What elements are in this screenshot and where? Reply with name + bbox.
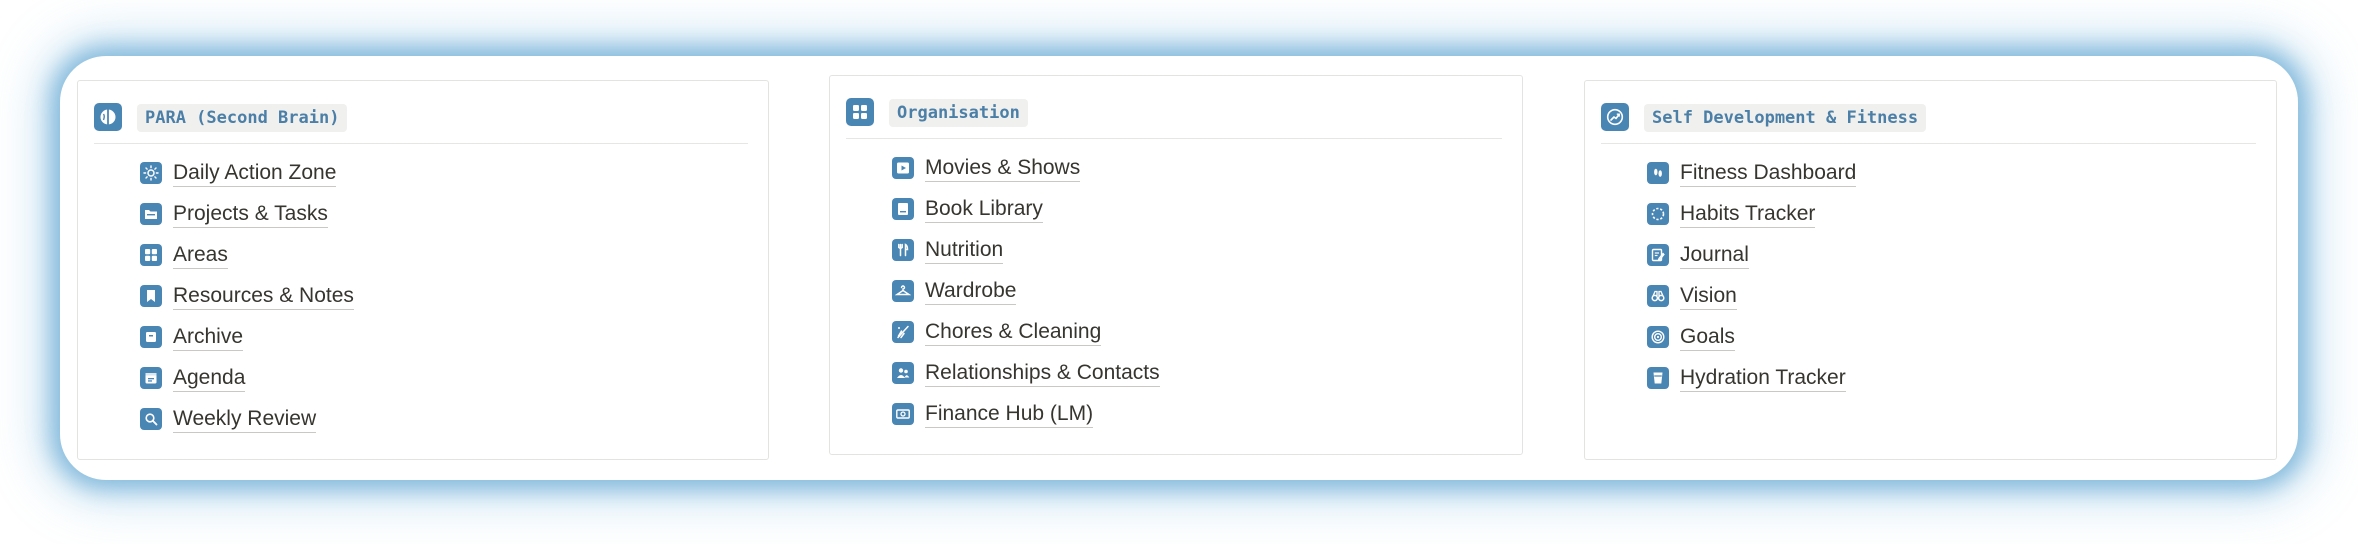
sun-icon xyxy=(140,162,162,184)
page-link-label[interactable]: Fitness Dashboard xyxy=(1680,160,1857,187)
grid-icon xyxy=(846,98,874,126)
page-link-label[interactable]: Weekly Review xyxy=(173,406,317,433)
page-link-label[interactable]: Archive xyxy=(173,324,244,351)
page-link-label[interactable]: Hydration Tracker xyxy=(1680,365,1846,392)
binoculars-icon xyxy=(1647,285,1669,307)
magnifier-icon xyxy=(140,408,162,430)
page-link-agenda[interactable]: Agenda xyxy=(140,365,354,406)
people-icon xyxy=(892,362,914,384)
page-link-label[interactable]: Agenda xyxy=(173,365,246,392)
folder-icon xyxy=(140,203,162,225)
page-link-archive[interactable]: Archive xyxy=(140,324,354,365)
page-link-nutrition[interactable]: Nutrition xyxy=(892,237,1160,278)
footprints-icon xyxy=(1647,162,1669,184)
page-link-goals[interactable]: Goals xyxy=(1647,324,1856,365)
page-link-label[interactable]: Chores & Cleaning xyxy=(925,319,1102,346)
section-title[interactable]: Organisation xyxy=(889,99,1028,127)
page-link-label[interactable]: Wardrobe xyxy=(925,278,1017,305)
page-link-hydration-tracker[interactable]: Hydration Tracker xyxy=(1647,365,1856,406)
page-link-list: Daily Action Zone Projects & Tasks Areas… xyxy=(140,160,354,447)
page-link-fitness-dashboard[interactable]: Fitness Dashboard xyxy=(1647,160,1857,201)
page-link-resources-notes[interactable]: Resources & Notes xyxy=(140,283,354,324)
section-header: Self Development & Fitness xyxy=(1601,103,2256,144)
page-link-weekly-review[interactable]: Weekly Review xyxy=(140,406,354,447)
organisation-section: Organisation Movies & Shows Book Library… xyxy=(829,75,1523,455)
section-title[interactable]: Self Development & Fitness xyxy=(1644,104,1927,132)
page-link-label[interactable]: Movies & Shows xyxy=(925,155,1081,182)
growth-icon xyxy=(1601,103,1629,131)
notebook-pen-icon xyxy=(1647,244,1669,266)
hanger-icon xyxy=(892,280,914,302)
page-link-label[interactable]: Projects & Tasks xyxy=(173,201,328,228)
target-icon xyxy=(1647,326,1669,348)
calendar-icon xyxy=(140,367,162,389)
page-link-journal[interactable]: Journal xyxy=(1647,242,1856,283)
bookmark-icon xyxy=(140,285,162,307)
page-link-finance-hub[interactable]: Finance Hub (LM) xyxy=(892,401,1160,442)
page-link-daily-action-zone[interactable]: Daily Action Zone xyxy=(140,160,354,201)
page-link-areas[interactable]: Areas xyxy=(140,242,354,283)
brain-icon xyxy=(94,103,122,131)
section-header: Organisation xyxy=(846,98,1502,139)
page-link-label[interactable]: Daily Action Zone xyxy=(173,160,337,187)
self-development-section: Self Development & Fitness Fitness Dashb… xyxy=(1584,80,2277,460)
broom-icon xyxy=(892,321,914,343)
water-glass-icon xyxy=(1647,367,1669,389)
page-link-label[interactable]: Nutrition xyxy=(925,237,1004,264)
page-link-movies-shows[interactable]: Movies & Shows xyxy=(892,155,1160,196)
section-header: PARA (Second Brain) xyxy=(94,103,748,144)
page-link-label[interactable]: Finance Hub (LM) xyxy=(925,401,1094,428)
page-link-label[interactable]: Habits Tracker xyxy=(1680,201,1816,228)
archive-box-icon xyxy=(140,326,162,348)
page-link-label[interactable]: Vision xyxy=(1680,283,1737,310)
play-icon xyxy=(892,157,914,179)
book-icon xyxy=(892,198,914,220)
page-link-label[interactable]: Resources & Notes xyxy=(173,283,354,310)
page-link-label[interactable]: Relationships & Contacts xyxy=(925,360,1160,387)
page-link-list: Fitness Dashboard Habits Tracker Journal… xyxy=(1647,160,1857,406)
page-link-label[interactable]: Book Library xyxy=(925,196,1043,223)
page-link-label[interactable]: Areas xyxy=(173,242,228,269)
dashed-circle-icon xyxy=(1647,203,1669,225)
page-link-wardrobe[interactable]: Wardrobe xyxy=(892,278,1160,319)
page-link-relationships-contacts[interactable]: Relationships & Contacts xyxy=(892,360,1160,401)
page-link-habits-tracker[interactable]: Habits Tracker xyxy=(1647,201,1856,242)
page-link-vision[interactable]: Vision xyxy=(1647,283,1856,324)
fork-knife-icon xyxy=(892,239,914,261)
page-link-list: Movies & Shows Book Library Nutrition Wa… xyxy=(892,155,1160,442)
page-link-book-library[interactable]: Book Library xyxy=(892,196,1160,237)
page-link-label[interactable]: Journal xyxy=(1680,242,1749,269)
page-link-projects-tasks[interactable]: Projects & Tasks xyxy=(140,201,354,242)
banknote-icon xyxy=(892,403,914,425)
page-link-chores-cleaning[interactable]: Chores & Cleaning xyxy=(892,319,1160,360)
grid-icon xyxy=(140,244,162,266)
section-title[interactable]: PARA (Second Brain) xyxy=(137,104,348,132)
para-section: PARA (Second Brain) Daily Action Zone Pr… xyxy=(77,80,769,460)
page-link-label[interactable]: Goals xyxy=(1680,324,1735,351)
